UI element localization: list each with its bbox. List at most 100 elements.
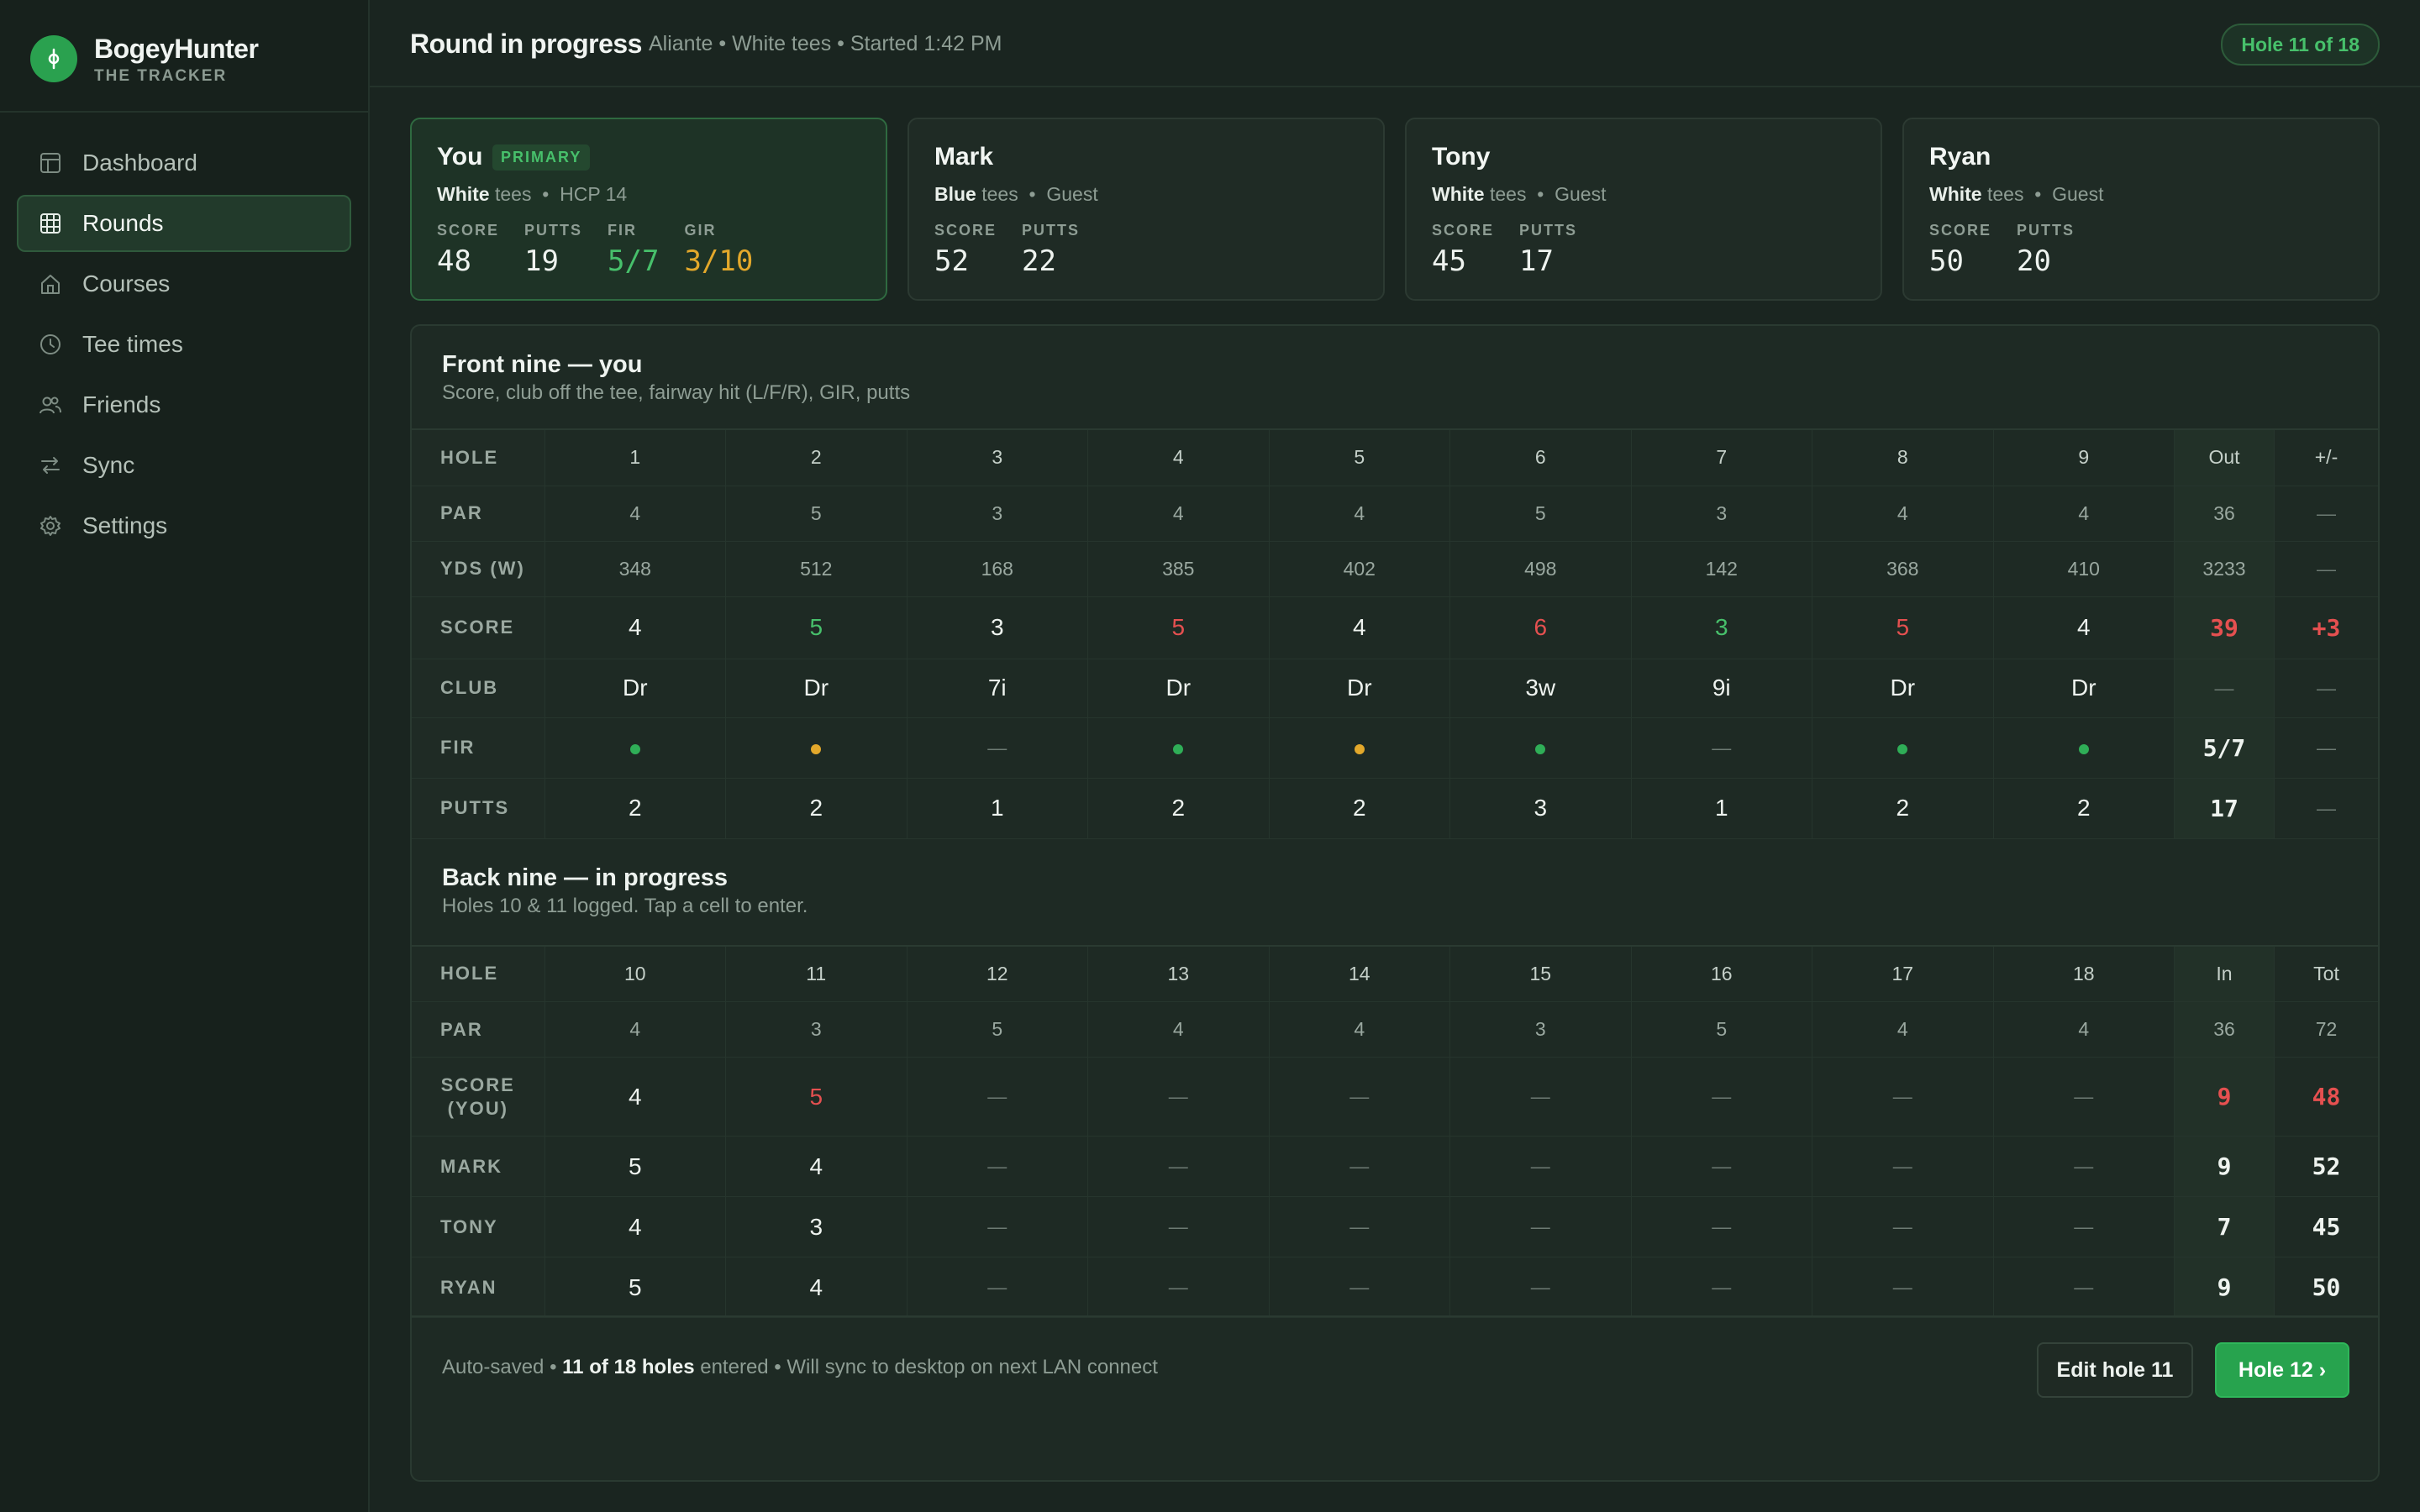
score-cell[interactable]: 3 — [1631, 596, 1812, 659]
score-cell[interactable]: 4 — [544, 596, 726, 659]
score-cell[interactable]: — — [907, 1136, 1088, 1197]
sidebar-item-label: Dashboard — [82, 150, 197, 176]
score-cell[interactable]: Dr — [1087, 659, 1270, 718]
score-cell[interactable]: 3 — [907, 596, 1088, 659]
score-cell[interactable]: — — [1812, 1257, 1994, 1318]
score-cell[interactable]: — — [1812, 1136, 1994, 1197]
score-cell[interactable]: 3 — [725, 1196, 908, 1257]
score-cell[interactable]: — — [1087, 1196, 1270, 1257]
score-cell[interactable]: — — [907, 1057, 1088, 1137]
score-cell[interactable]: 5 — [1812, 596, 1994, 659]
player-info: Guest — [1046, 183, 1098, 205]
score-cell[interactable]: 7i — [907, 659, 1088, 718]
score-cell[interactable]: — — [1087, 1136, 1270, 1197]
player-card[interactable]: Tony White tees • Guest SCORE 45 PUTTS 17 — [1405, 118, 1882, 301]
score-cell[interactable]: — — [1631, 1196, 1812, 1257]
score-cell[interactable]: — — [1631, 1057, 1812, 1137]
score-cell[interactable]: — — [1449, 1196, 1632, 1257]
score-cell[interactable]: — — [1993, 1196, 2175, 1257]
score-cell[interactable]: — — [1993, 1136, 2175, 1197]
score-cell[interactable]: — — [1993, 1057, 2175, 1137]
score-cell[interactable]: — — [907, 717, 1088, 779]
score-cell[interactable]: Dr — [1269, 659, 1450, 718]
total-value: 3233 — [2202, 557, 2246, 580]
player-stats: SCORE 50 PUTTS 20 — [1929, 222, 2075, 278]
score-cell[interactable]: — — [1449, 1136, 1632, 1197]
score-cell[interactable] — [544, 717, 726, 779]
cell-value: Dr — [622, 675, 648, 701]
score-cell[interactable]: — — [1631, 717, 1812, 779]
sidebar-item-settings[interactable]: Settings — [17, 497, 351, 554]
score-cell[interactable]: 5 — [725, 1057, 908, 1137]
score-cell[interactable]: — — [1631, 1136, 1812, 1197]
next-hole-button[interactable]: Hole 12 › — [2215, 1342, 2349, 1398]
player-card[interactable]: Mark Blue tees • Guest SCORE 52 PUTTS 22 — [908, 118, 1385, 301]
score-cell[interactable] — [725, 717, 908, 779]
sidebar-item-rounds[interactable]: Rounds — [17, 195, 351, 252]
score-cell[interactable]: — — [1269, 1196, 1450, 1257]
score-cell[interactable] — [1993, 717, 2175, 779]
score-cell[interactable]: 1 — [907, 778, 1088, 839]
score-cell[interactable]: — — [1812, 1196, 1994, 1257]
score-cell[interactable]: Dr — [1812, 659, 1994, 718]
player-card[interactable]: Ryan White tees • Guest SCORE 50 PUTTS 20 — [1902, 118, 2380, 301]
score-cell[interactable]: 2 — [544, 778, 726, 839]
cell-value: 4 — [1172, 1018, 1184, 1040]
score-cell[interactable] — [1812, 717, 1994, 779]
edit-hole-button[interactable]: Edit hole 11 — [2037, 1342, 2193, 1398]
total-value: 9 — [2217, 1152, 2232, 1180]
sidebar-item-dashboard[interactable]: Dashboard — [17, 134, 351, 192]
sidebar-item-courses[interactable]: Courses — [17, 255, 351, 312]
score-cell[interactable]: 2 — [725, 778, 908, 839]
score-cell[interactable]: 5 — [725, 596, 908, 659]
score-cell: 4 — [1812, 486, 1994, 542]
score-cell[interactable]: 3 — [1449, 778, 1632, 839]
sidebar-item-sync[interactable]: Sync — [17, 437, 351, 494]
score-cell[interactable]: — — [1269, 1136, 1450, 1197]
score-cell[interactable]: — — [1269, 1057, 1450, 1137]
score-cell[interactable]: — — [1631, 1257, 1812, 1318]
score-cell[interactable]: — — [1269, 1257, 1450, 1318]
score-cell[interactable]: 4 — [544, 1057, 726, 1137]
score-cell[interactable]: 4 — [725, 1136, 908, 1197]
score-cell[interactable]: — — [1087, 1257, 1270, 1318]
score-cell[interactable]: — — [1993, 1257, 2175, 1318]
score-cell[interactable]: 4 — [1269, 596, 1450, 659]
score-cell[interactable]: — — [907, 1257, 1088, 1318]
score-cell[interactable]: 4 — [725, 1257, 908, 1318]
score-cell[interactable]: — — [1812, 1057, 1994, 1137]
score-cell[interactable] — [1449, 717, 1632, 779]
score-cell[interactable] — [1087, 717, 1270, 779]
score-cell[interactable]: 3w — [1449, 659, 1632, 718]
score-cell[interactable]: Dr — [725, 659, 908, 718]
score-cell[interactable]: 2 — [1812, 778, 1994, 839]
score-cell[interactable]: — — [907, 1196, 1088, 1257]
cell-value: 498 — [1524, 557, 1557, 580]
fairway-hit-icon — [2078, 743, 2089, 754]
score-cell[interactable] — [1269, 717, 1450, 779]
score-cell[interactable]: 4 — [1993, 596, 2175, 659]
sidebar-item-tee-times[interactable]: Tee times — [17, 316, 351, 373]
score-cell[interactable]: 2 — [1087, 778, 1270, 839]
score-cell[interactable]: 2 — [1993, 778, 2175, 839]
cell-value: 5 — [1896, 614, 1910, 640]
total-value: 9 — [2217, 1273, 2232, 1301]
score-cell[interactable]: 9i — [1631, 659, 1812, 718]
row-diff: — — [2274, 541, 2378, 597]
score-cell[interactable]: 4 — [544, 1196, 726, 1257]
sidebar-item-friends[interactable]: Friends — [17, 376, 351, 433]
score-cell[interactable]: 5 — [1087, 596, 1270, 659]
score-cell[interactable]: 5 — [544, 1136, 726, 1197]
score-cell[interactable]: 5 — [544, 1257, 726, 1318]
score-cell[interactable]: Dr — [1993, 659, 2175, 718]
score-cell[interactable]: 6 — [1449, 596, 1632, 659]
score-cell[interactable]: 2 — [1269, 778, 1450, 839]
score-cell[interactable]: Dr — [544, 659, 726, 718]
player-card[interactable]: You PRIMARY White tees • HCP 14 SCORE 48 PUTT… — [410, 118, 887, 301]
score-cell[interactable]: — — [1087, 1057, 1270, 1137]
score-cell[interactable]: — — [1449, 1057, 1632, 1137]
score-cell: 3 — [1449, 1001, 1632, 1058]
score-cell[interactable]: 1 — [1631, 778, 1812, 839]
player-tee-info: White tees • HCP 14 — [437, 183, 627, 206]
score-cell[interactable]: — — [1449, 1257, 1632, 1318]
